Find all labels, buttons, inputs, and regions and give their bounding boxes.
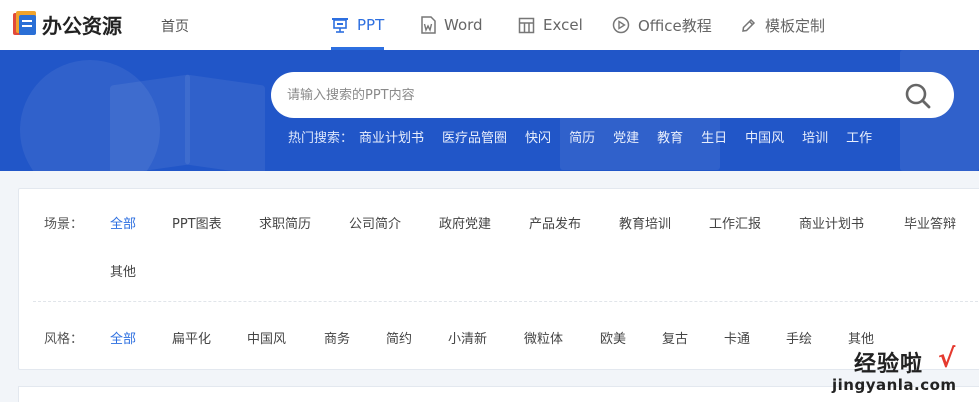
scene-option[interactable]: 毕业答辩 [904,213,956,232]
tab-word[interactable]: Word [420,0,483,50]
style-option[interactable]: 欧美 [600,328,626,347]
scene-option[interactable]: 其他 [110,261,136,280]
search-input[interactable] [287,72,887,118]
book-decoration [185,74,265,171]
scene-option[interactable]: 产品发布 [529,213,581,232]
presentation-icon [332,18,348,33]
style-option[interactable]: 微粒体 [524,328,563,347]
scene-option-all[interactable]: 全部 [110,213,136,232]
hot-search-bar: 热门搜索： 商业计划书 医疗品管圈 快闪 简历 党建 教育 生日 中国风 培训 … [288,127,890,146]
search-box [271,72,954,118]
watermark-text: 经验啦 [854,352,924,377]
scene-option[interactable]: PPT图表 [172,213,222,232]
style-option[interactable]: 商务 [324,328,350,347]
tab-ppt-label: PPT [357,16,385,34]
tab-ppt[interactable]: PPT [331,0,385,50]
hot-keyword[interactable]: 教育 [657,127,683,146]
scene-filter-label: 场景： [44,217,84,232]
table-icon [518,17,535,33]
style-option[interactable]: 简约 [386,328,412,347]
hot-keyword[interactable]: 党建 [613,127,639,146]
search-button[interactable] [904,82,932,110]
search-icon [905,83,931,109]
style-option[interactable]: 卡通 [724,328,750,347]
scene-option[interactable]: 商业计划书 [799,213,864,232]
logo-books-icon [12,9,38,39]
watermark-check-icon: √ [938,344,956,374]
tab-excel-label: Excel [543,16,583,34]
tab-template-custom-label: 模板定制 [765,16,826,35]
site-logo[interactable]: 办公资源 [12,9,122,39]
hot-keyword[interactable]: 中国风 [745,127,784,146]
search-banner: 热门搜索： 商业计划书 医疗品管圈 快闪 简历 党建 教育 生日 中国风 培训 … [0,50,979,171]
hot-keyword[interactable]: 培训 [802,127,828,146]
tab-excel[interactable]: Excel [518,0,583,50]
style-option[interactable]: 小清新 [448,328,487,347]
style-option[interactable]: 中国风 [247,328,286,347]
tab-template-custom[interactable]: 模板定制 [740,0,825,50]
filter-divider [33,301,978,302]
scene-option[interactable]: 公司简介 [349,213,401,232]
pen-icon [742,18,756,32]
hot-keyword[interactable]: 简历 [569,127,595,146]
watermark-domain: jingyanla.com [832,376,957,394]
tab-office-tutorial[interactable]: Office教程 [612,0,712,50]
logo-text: 办公资源 [42,13,122,38]
scene-option[interactable]: 政府党建 [439,213,491,232]
word-doc-icon [421,16,436,34]
watermark: 经验啦 √ jingyanla.com [826,340,976,400]
hot-keyword[interactable]: 商业计划书 [359,127,424,146]
scene-option[interactable]: 工作汇报 [709,213,761,232]
hot-search-label: 热门搜索： [288,131,354,146]
scene-option[interactable]: 教育培训 [619,213,671,232]
hot-keyword[interactable]: 快闪 [525,127,551,146]
play-circle-icon [612,16,630,34]
style-filter-label: 风格： [44,332,84,347]
style-option[interactable]: 复古 [662,328,688,347]
book-decoration [110,74,190,171]
tab-word-label: Word [444,16,483,34]
nav-home-link[interactable]: 首页 [161,16,189,36]
top-navbar: 办公资源 首页 PPT Word Excel Office教程 模板定制 [0,0,979,50]
style-option[interactable]: 扁平化 [172,328,211,347]
style-option[interactable]: 手绘 [786,328,812,347]
tab-office-tutorial-label: Office教程 [638,16,712,35]
hot-keyword[interactable]: 工作 [846,127,872,146]
style-option-all[interactable]: 全部 [110,328,136,347]
hot-keyword[interactable]: 生日 [701,127,727,146]
scene-option[interactable]: 求职简历 [259,213,311,232]
hot-keyword[interactable]: 医疗品管圈 [442,127,507,146]
